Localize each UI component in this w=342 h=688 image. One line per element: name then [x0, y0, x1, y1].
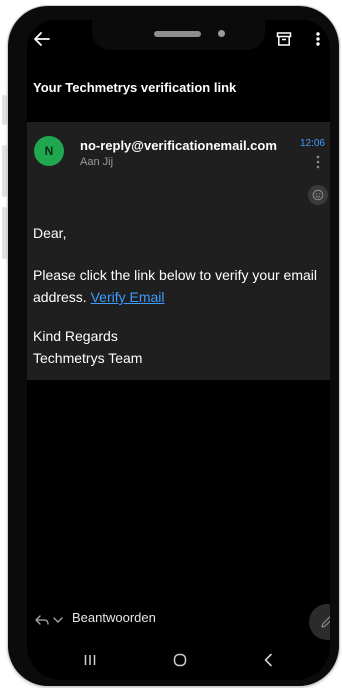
- notch: [92, 20, 265, 50]
- more-options-button[interactable]: [309, 28, 327, 50]
- top-app-bar: [27, 20, 330, 60]
- signoff-line-2: Techmetrys Team: [33, 350, 143, 366]
- signoff-line-1: Kind Regards: [33, 328, 118, 344]
- verify-email-link[interactable]: Verify Email: [91, 289, 165, 305]
- more-vert-icon: [316, 32, 320, 46]
- sender-address[interactable]: no-reply@verificationemail.com: [80, 138, 277, 153]
- nav-home-button[interactable]: [167, 648, 193, 672]
- back-button[interactable]: [31, 28, 53, 50]
- power-button: [2, 145, 7, 197]
- archive-button[interactable]: [273, 28, 295, 50]
- volume-button: [2, 95, 7, 125]
- archive-icon: [276, 32, 292, 46]
- email-message: N no-reply@verificationemail.com Aan Jij…: [27, 122, 330, 380]
- recipient-name[interactable]: Aan Jij: [80, 156, 113, 168]
- body-paragraph: Please click the link below to verify yo…: [33, 264, 325, 308]
- chevron-down-icon: [53, 617, 63, 623]
- greeting-text: Dear,: [33, 225, 67, 241]
- sender-avatar[interactable]: N: [34, 136, 64, 166]
- nav-recents-button[interactable]: [77, 648, 103, 672]
- email-time: 12:06: [299, 138, 325, 149]
- system-nav-bar: [27, 640, 330, 680]
- reply-button[interactable]: Beantwoorden: [72, 610, 156, 625]
- side-button: [2, 207, 7, 259]
- home-icon: [173, 653, 187, 667]
- add-reaction-button[interactable]: [308, 185, 328, 205]
- recents-icon: [84, 655, 96, 665]
- reply-options-button[interactable]: [31, 610, 67, 630]
- more-vert-icon: [316, 155, 320, 169]
- camera: [218, 30, 225, 37]
- add-emoji-icon: [312, 189, 324, 201]
- email-subject: Your Techmetrys verification link: [33, 80, 237, 95]
- pencil-icon: [321, 616, 330, 628]
- nav-back-button[interactable]: [255, 648, 281, 672]
- body-text: Please click the link below to verify yo…: [33, 267, 318, 305]
- message-more-button[interactable]: [311, 154, 325, 170]
- nav-back-icon: [264, 653, 272, 667]
- reply-icon: [35, 615, 49, 625]
- reply-bar: Beantwoorden: [27, 605, 330, 635]
- speaker: [154, 31, 201, 37]
- avatar-letter: N: [44, 144, 54, 158]
- arrow-left-icon: [34, 32, 50, 46]
- phone-screen: Your Techmetrys verification link N no-r…: [27, 20, 330, 680]
